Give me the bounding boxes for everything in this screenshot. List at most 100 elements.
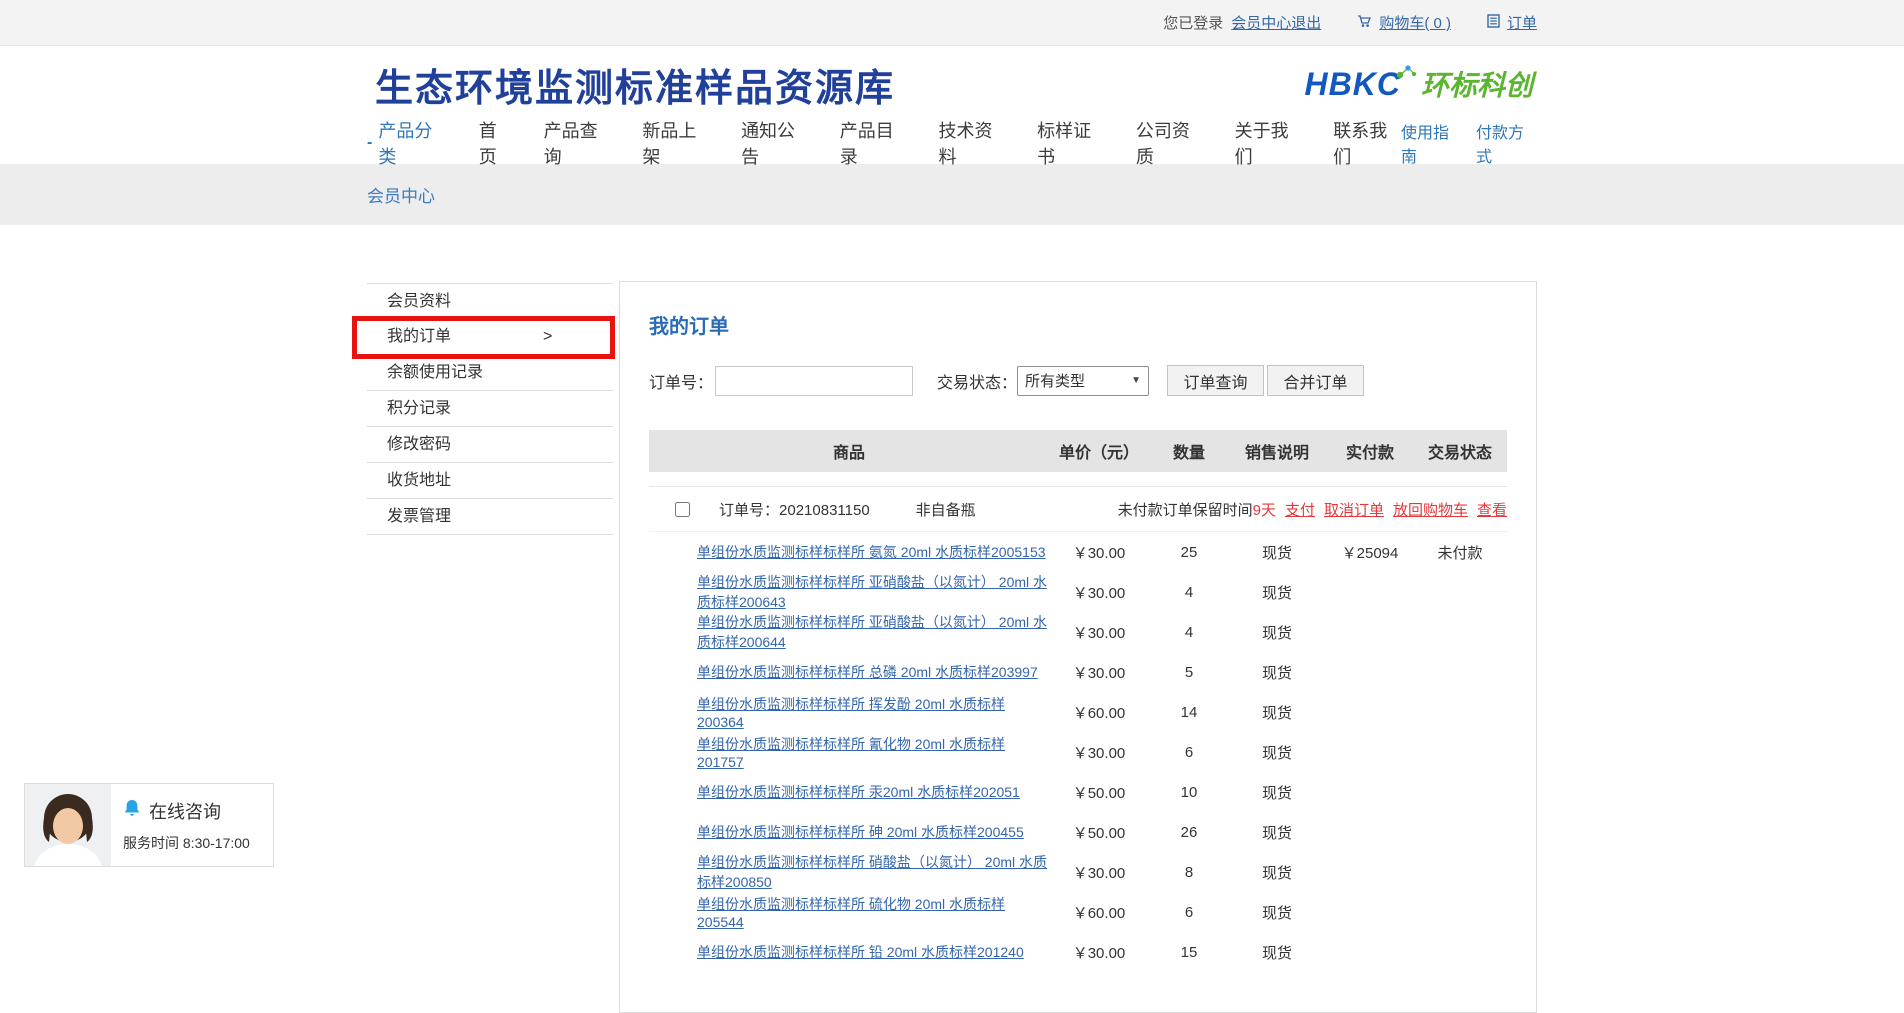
col-product: 商品 (649, 439, 1049, 463)
pay-link[interactable]: 支付 (1285, 499, 1315, 520)
agent-avatar (25, 784, 111, 866)
login-status-text: 您已登录 (1163, 12, 1223, 33)
nav-item-product-catalog[interactable]: 产品目录 (840, 117, 908, 169)
product-link[interactable]: 单组份水质监测标样标样所 挥发酚 20ml 水质标样200364 (697, 696, 1005, 730)
view-order-link[interactable]: 查看 (1477, 499, 1507, 520)
order-select-checkbox[interactable] (675, 502, 690, 517)
sidebar-item-label: 积分记录 (387, 400, 451, 417)
sidebar-item-points-records[interactable]: 积分记录 (367, 391, 613, 427)
product-link[interactable]: 单组份水质监测标样标样所 总磷 20ml 水质标样203997 (697, 664, 1038, 680)
nav-item-company-qualifications[interactable]: 公司资质 (1136, 117, 1204, 169)
chat-service-time: 服务时间 8:30-17:00 (123, 833, 265, 853)
sidebar-item-label: 收货地址 (387, 472, 451, 489)
logout-link[interactable]: 退出 (1291, 12, 1321, 33)
chat-info: 在线咨询 服务时间 8:30-17:00 (111, 784, 273, 866)
chat-title: 在线咨询 (149, 798, 221, 824)
payment-method-link[interactable]: 付款方式 (1476, 119, 1537, 167)
trade-status-select[interactable]: 所有类型 ▼ (1017, 366, 1149, 396)
order-item-row: 单组份水质监测标样标样所 氨氮 20ml 水质标样2005153 ￥30.00 … (649, 532, 1507, 572)
sale-note: 现货 (1229, 822, 1325, 843)
retention-text: 未付款订单保留时间9天 (1118, 499, 1276, 520)
unit-price: ￥30.00 (1049, 942, 1149, 963)
sale-note: 现货 (1229, 942, 1325, 963)
unit-price: ￥30.00 (1049, 622, 1149, 643)
unit-price: ￥50.00 (1049, 822, 1149, 843)
quantity: 6 (1149, 744, 1229, 761)
nav-item-technical-docs[interactable]: 技术资料 (938, 117, 1006, 169)
nav-item-about-us[interactable]: 关于我们 (1235, 117, 1303, 169)
breadcrumb-member-center[interactable]: 会员中心 (367, 182, 435, 207)
cart-link[interactable]: 购物车( 0 ) (1357, 12, 1451, 33)
quantity: 26 (1149, 824, 1229, 841)
product-link[interactable]: 单组份水质监测标样标样所 硫化物 20ml 水质标样205544 (697, 896, 1005, 930)
nav-item-product-search[interactable]: 产品查询 (544, 117, 612, 169)
order-item-row: 单组份水质监测标样标样所 铅 20ml 水质标样201240 ￥30.00 15… (649, 932, 1507, 972)
order-item-row: 单组份水质监测标样标样所 亚硝酸盐（以氮计） 20ml 水质标样200644 ￥… (649, 612, 1507, 652)
product-link[interactable]: 单组份水质监测标样标样所 氨氮 20ml 水质标样2005153 (697, 544, 1046, 560)
order-item-row: 单组份水质监测标样标样所 硝酸盐（以氮计） 20ml 水质标样200850 ￥3… (649, 852, 1507, 892)
quantity: 14 (1149, 704, 1229, 721)
col-quantity: 数量 (1149, 439, 1229, 463)
sidebar-item-member-info[interactable]: 会员资料 (367, 283, 613, 319)
order-query-button[interactable]: 订单查询 (1167, 365, 1264, 396)
member-center-link[interactable]: 会员中心 (1231, 12, 1291, 33)
orders-link[interactable]: 订单 (1487, 12, 1537, 33)
product-link[interactable]: 单组份水质监测标样标样所 硝酸盐（以氮计） 20ml 水质标样200850 (697, 854, 1047, 890)
product-link[interactable]: 单组份水质监测标样标样所 砷 20ml 水质标样200455 (697, 824, 1024, 840)
product-link[interactable]: 单组份水质监测标样标样所 氰化物 20ml 水质标样201757 (697, 736, 1005, 770)
sale-note: 现货 (1229, 742, 1325, 763)
bell-icon (123, 799, 141, 823)
cancel-order-link[interactable]: 取消订单 (1324, 499, 1384, 520)
merge-orders-button[interactable]: 合并订单 (1267, 365, 1364, 396)
nav-item-new-arrivals[interactable]: 新品上架 (642, 117, 710, 169)
brand-logo-en: HBKC (1305, 66, 1401, 103)
orders-link-label: 订单 (1507, 12, 1537, 33)
orders-panel: 我的订单 订单号： 交易状态： 所有类型 ▼ 订单查询 合并订单 商品 单价（元… (619, 281, 1537, 1013)
sale-note: 现货 (1229, 902, 1325, 923)
col-paid-amount: 实付款 (1325, 439, 1415, 463)
sidebar-item-label: 余额使用记录 (387, 364, 483, 381)
user-guide-link[interactable]: 使用指南 (1401, 119, 1462, 167)
chat-title-row[interactable]: 在线咨询 (123, 798, 265, 824)
order-item-row: 单组份水质监测标样标样所 硫化物 20ml 水质标样205544 ￥60.00 … (649, 892, 1507, 932)
active-arrow: > (543, 328, 552, 345)
unit-price: ￥30.00 (1049, 542, 1149, 563)
online-chat-widget[interactable]: 在线咨询 服务时间 8:30-17:00 (24, 783, 274, 867)
sidebar-item-shipping-address[interactable]: 收货地址 (367, 463, 613, 499)
nav-item-contact-us[interactable]: 联系我们 (1333, 117, 1401, 169)
paid-amount: ￥25094 (1325, 542, 1415, 563)
nav-product-category[interactable]: - 产品分类 (367, 117, 447, 169)
cart-link-label: 购物车( 0 ) (1379, 12, 1451, 33)
trade-status-selected-value: 所有类型 (1025, 370, 1085, 391)
sidebar-item-invoice-management[interactable]: 发票管理 (367, 499, 613, 535)
order-no-input[interactable] (715, 366, 913, 396)
product-link[interactable]: 单组份水质监测标样标样所 亚硝酸盐（以氮计） 20ml 水质标样200644 (697, 614, 1047, 650)
order-group-header: 订单号：20210831150 非自备瓶 未付款订单保留时间9天 支付 取消订单… (649, 486, 1507, 532)
nav-item-announcements[interactable]: 通知公告 (741, 117, 809, 169)
main-nav: - 产品分类 首页 产品查询 新品上架 通知公告 产品目录 技术资料 标样证书 … (367, 122, 1537, 164)
product-link[interactable]: 单组份水质监测标样标样所 铅 20ml 水质标样201240 (697, 944, 1024, 960)
member-sidebar: 会员资料 我的订单 > 余额使用记录 积分记录 修改密码 收货地址 发票管理 (367, 283, 613, 535)
sidebar-item-balance-records[interactable]: 余额使用记录 (367, 355, 613, 391)
quantity: 10 (1149, 784, 1229, 801)
return-to-cart-link[interactable]: 放回购物车 (1393, 499, 1468, 520)
sale-note: 现货 (1229, 582, 1325, 603)
sale-note: 现货 (1229, 662, 1325, 683)
main-content: 会员资料 我的订单 > 余额使用记录 积分记录 修改密码 收货地址 发票管理 (0, 225, 1904, 1013)
product-link[interactable]: 单组份水质监测标样标样所 亚硝酸盐（以氮计） 20ml 水质标样200643 (697, 574, 1047, 610)
sidebar-item-change-password[interactable]: 修改密码 (367, 427, 613, 463)
sale-note: 现货 (1229, 862, 1325, 883)
col-unit-price: 单价（元） (1049, 439, 1149, 463)
sidebar-item-my-orders[interactable]: 我的订单 > (367, 319, 613, 355)
nav-item-sample-certificates[interactable]: 标样证书 (1037, 117, 1105, 169)
nav-item-home[interactable]: 首页 (479, 117, 513, 169)
sidebar-item-label: 我的订单 (387, 328, 451, 345)
sidebar-item-label: 修改密码 (387, 436, 451, 453)
unit-price: ￥30.00 (1049, 582, 1149, 603)
sale-note: 现货 (1229, 702, 1325, 723)
trade-status-label: 交易状态： (937, 369, 1017, 393)
site-logo-title: 生态环境监测标准样品资源库 (375, 57, 895, 112)
product-link[interactable]: 单组份水质监测标样标样所 汞20ml 水质标样202051 (697, 784, 1020, 800)
topbar: 您已登录 会员中心 退出 购物车( 0 ) 订单 (0, 0, 1904, 46)
quantity: 4 (1149, 584, 1229, 601)
